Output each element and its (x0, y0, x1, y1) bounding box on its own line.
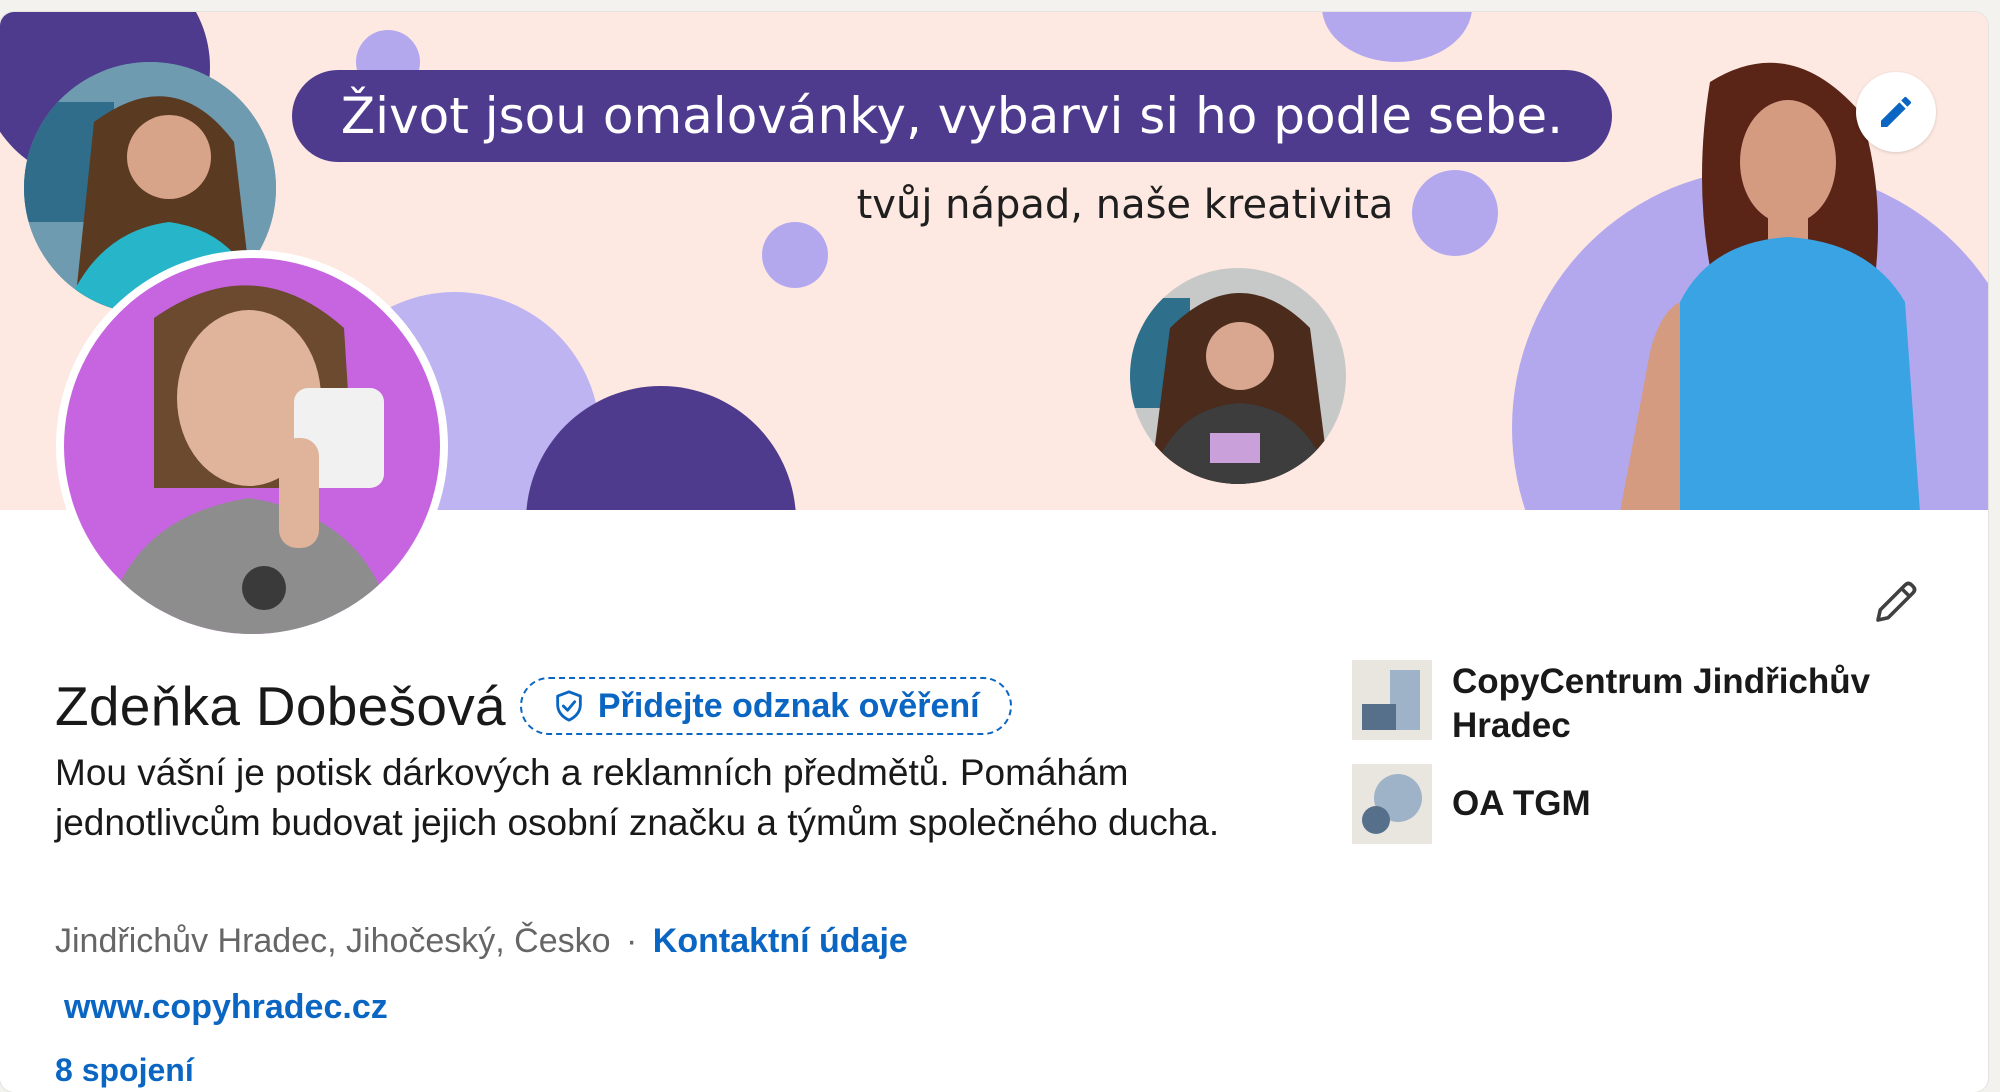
website-link[interactable]: www.copyhradec.cz (64, 988, 388, 1027)
banner-quote: Život jsou omalovánky, vybarvi si ho pod… (292, 70, 1612, 162)
banner-circle (1322, 12, 1472, 62)
banner-photo-woman (1130, 268, 1346, 484)
location-row: Jindřichův Hradec, Jihočeský, Česko · Ko… (55, 922, 908, 961)
profile-avatar[interactable] (56, 250, 448, 642)
edit-banner-button[interactable] (1856, 72, 1936, 152)
profile-name: Zdeňka Dobešová (55, 675, 506, 737)
profile-location: Jindřichův Hradec, Jihočeský, Česko (55, 922, 611, 960)
shield-check-icon (556, 690, 582, 722)
avatar-photo (64, 258, 440, 634)
profile-card: Život jsou omalovánky, vybarvi si ho pod… (0, 12, 1988, 1092)
pencil-icon (1876, 581, 1917, 622)
banner-subtitle: tvůj nápad, naše kreativita (856, 182, 1394, 228)
separator: · (626, 922, 638, 960)
contact-info-link[interactable]: Kontaktní údaje (653, 922, 908, 960)
banner-circle (762, 222, 828, 288)
name-row: Zdeňka Dobešová Přidejte odznak ověření (55, 674, 1012, 738)
edit-profile-button[interactable] (1858, 564, 1934, 640)
profile-headline: Mou vášní je potisk dárkových a reklamní… (55, 752, 1220, 843)
company-logo-icon (1352, 660, 1432, 740)
experience-item[interactable]: CopyCentrum Jindřichův Hradec (1352, 660, 1872, 748)
experience-company-name: CopyCentrum Jindřichův Hradec (1452, 662, 1871, 745)
school-logo-icon (1352, 764, 1432, 844)
pencil-icon (1881, 96, 1911, 127)
verify-badge-label: Přidejte odznak ověření (597, 686, 980, 725)
education-item[interactable]: OA TGM (1352, 764, 1872, 844)
education-school-name: OA TGM (1452, 784, 1591, 823)
add-verification-badge-button[interactable]: Přidejte odznak ověření (519, 677, 1012, 735)
connections-link[interactable]: 8 spojení (55, 1052, 194, 1089)
